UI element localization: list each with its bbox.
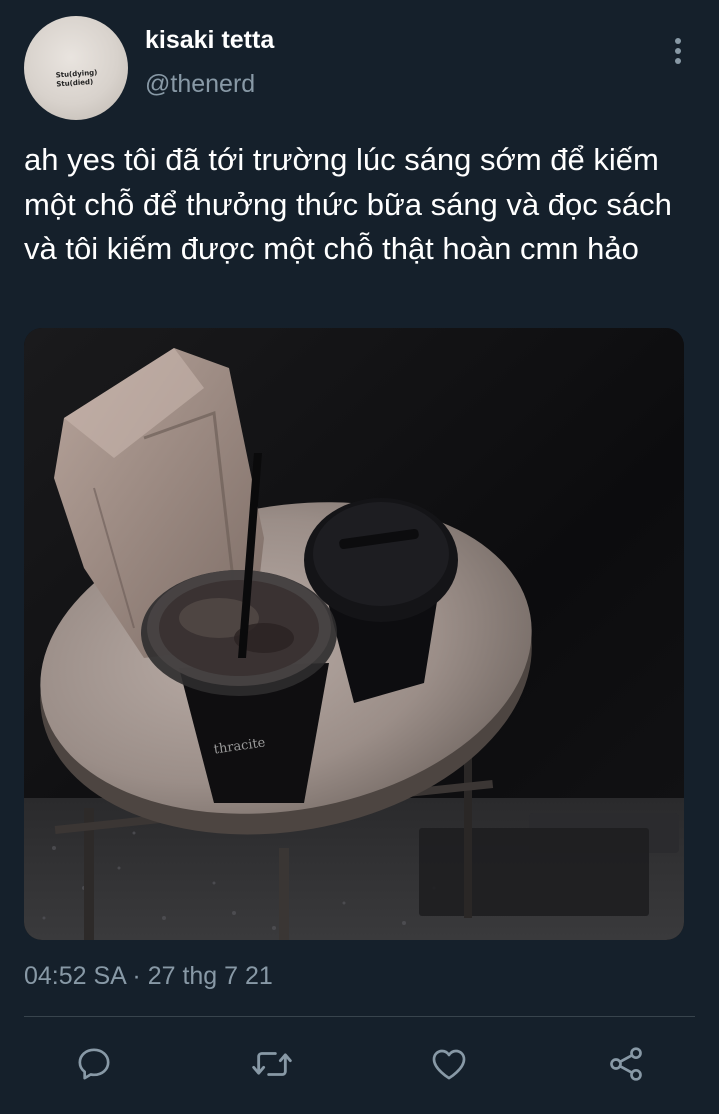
tweet-detail: Stu(dying) Stu(died) kisaki tetta @thene… <box>0 0 719 1114</box>
tweet-text: ah yes tôi đã tới trường lúc sáng sớm để… <box>24 142 672 266</box>
more-dot <box>675 48 681 54</box>
reply-icon <box>78 1048 110 1080</box>
share-button[interactable] <box>604 1042 648 1086</box>
more-dot <box>675 38 681 44</box>
avatar[interactable]: Stu(dying) Stu(died) <box>24 16 128 120</box>
photo-coffee-table: thracite <box>24 328 684 940</box>
reply-button[interactable] <box>72 1042 116 1086</box>
avatar-shirt-line: Stu(died) <box>56 77 94 89</box>
more-options-icon[interactable] <box>664 34 692 68</box>
heart-icon <box>432 1049 466 1080</box>
retweet-button[interactable] <box>250 1042 294 1086</box>
avatar-shirt-print: Stu(dying) Stu(died) <box>55 69 98 90</box>
display-name[interactable]: kisaki tetta <box>145 26 274 55</box>
divider <box>24 1016 695 1017</box>
user-handle[interactable]: @thenerd <box>145 70 255 99</box>
tweet-timestamp[interactable]: 04:52 SA · 27 thg 7 21 <box>24 962 273 991</box>
like-button[interactable] <box>427 1042 471 1086</box>
more-dot <box>675 58 681 64</box>
share-icon <box>610 1047 642 1081</box>
tweet-photo[interactable]: thracite <box>24 328 684 940</box>
retweet-icon <box>252 1052 292 1076</box>
